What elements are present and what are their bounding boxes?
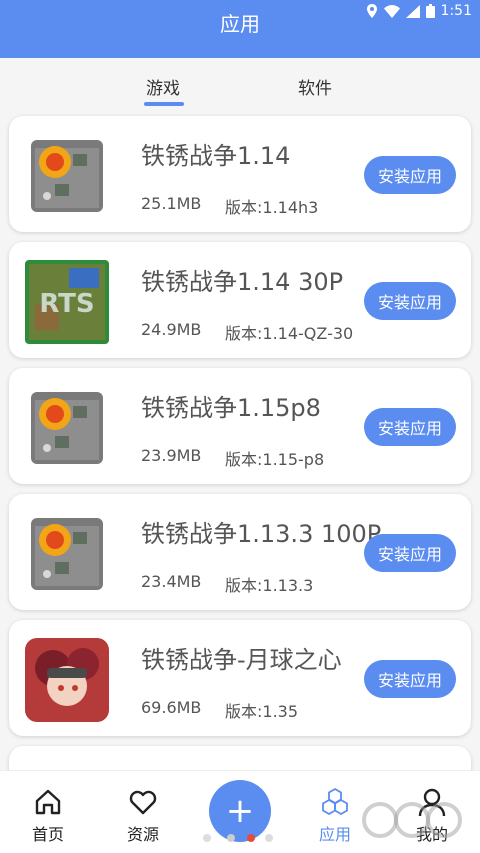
status-bar: 1:51 xyxy=(366,3,472,19)
location-icon xyxy=(366,4,378,18)
status-time: 1:51 xyxy=(440,3,472,19)
app-card[interactable]: RTS 铁锈战争1.14 30P 24.9MB 版本:1.14-QZ-30 安装… xyxy=(9,242,471,358)
indicator-dot xyxy=(247,834,255,842)
app-name: 铁锈战争1.14 xyxy=(141,142,291,170)
app-card[interactable]: 铁锈战争1.15p8 23.9MB 版本:1.15-p8 安装应用 xyxy=(9,368,471,484)
app-name: 铁锈战争1.13.3 100P xyxy=(141,520,382,548)
anime-girl-icon xyxy=(25,638,109,722)
tab-active-indicator xyxy=(144,102,184,106)
hexagons-icon xyxy=(320,787,350,817)
app-size: 24.9MB xyxy=(141,320,202,339)
app-version: 版本:1.14h3 xyxy=(225,198,319,217)
app-size: 23.4MB xyxy=(141,572,202,591)
app-version: 版本:1.35 xyxy=(225,702,299,721)
app-version: 版本:1.15-p8 xyxy=(225,450,325,469)
app-card[interactable]: 铁锈战争1.13.3 100P 23.4MB 版本:1.13.3 安装应用 xyxy=(9,494,471,610)
rts-map-icon: RTS xyxy=(25,260,109,344)
install-button[interactable]: 安装应用 xyxy=(364,156,456,194)
install-button[interactable]: 安装应用 xyxy=(364,282,456,320)
page-indicator xyxy=(203,832,273,844)
app-version: 版本:1.13.3 xyxy=(225,576,314,595)
app-version: 版本:1.14-QZ-30 xyxy=(225,324,354,343)
nav-label: 资源 xyxy=(126,825,159,844)
app-name: 铁锈战争1.15p8 xyxy=(141,394,321,422)
app-name: 铁锈战争-月球之心 xyxy=(141,646,342,674)
heart-icon xyxy=(128,787,158,817)
app-name: 铁锈战争1.14 30P xyxy=(141,268,344,296)
watermark-logo xyxy=(360,792,480,852)
app-card[interactable]: 铁锈战争-月球之心 69.6MB 版本:1.35 安装应用 xyxy=(9,620,471,736)
svg-text:RTS: RTS xyxy=(39,289,94,319)
nav-label: 首页 xyxy=(31,825,64,844)
plus-icon: + xyxy=(225,791,255,831)
wifi-icon xyxy=(383,4,400,18)
install-button[interactable]: 安装应用 xyxy=(364,660,456,698)
tank-explosion-icon xyxy=(25,134,109,218)
indicator-dot xyxy=(265,834,273,842)
app-size: 25.1MB xyxy=(141,194,202,213)
indicator-dot xyxy=(227,834,235,842)
tab-games[interactable]: 游戏 xyxy=(146,74,180,99)
home-icon xyxy=(33,787,63,817)
category-tabs: 游戏 软件 xyxy=(0,58,480,110)
install-button[interactable]: 安装应用 xyxy=(364,408,456,446)
indicator-dot xyxy=(203,834,211,842)
tank-explosion-icon xyxy=(25,512,109,596)
install-button[interactable]: 安装应用 xyxy=(364,534,456,572)
app-header: 应用 1:51 xyxy=(0,0,480,58)
signal-icon xyxy=(405,4,420,18)
app-size: 69.6MB xyxy=(141,698,202,717)
battery-icon xyxy=(425,4,435,18)
app-card[interactable]: 铁锈战争1.14 25.1MB 版本:1.14h3 安装应用 xyxy=(9,116,471,232)
app-size: 23.9MB xyxy=(141,446,202,465)
tank-explosion-icon xyxy=(25,386,109,470)
tab-software[interactable]: 软件 xyxy=(298,74,332,99)
